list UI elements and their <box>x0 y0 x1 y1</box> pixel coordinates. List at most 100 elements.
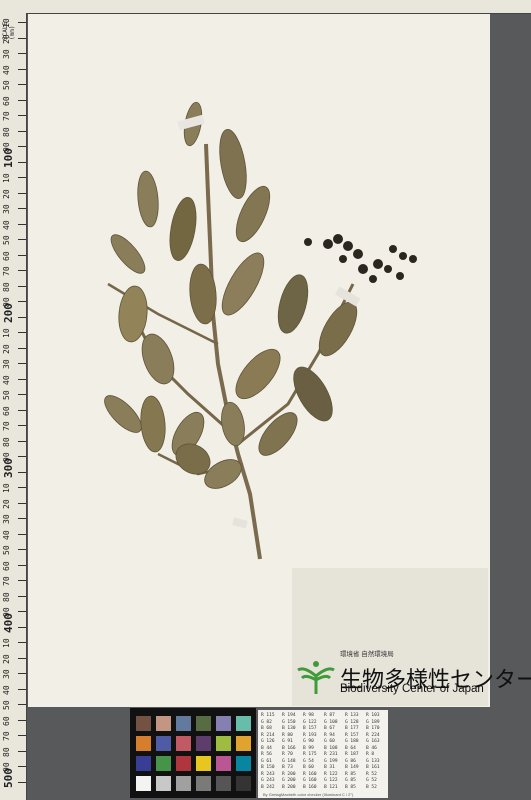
color-table-cell: B 161 <box>366 765 380 770</box>
ruler-tick <box>18 394 26 395</box>
color-table-cell: R 214 <box>261 732 275 738</box>
color-table-cell: B 108 <box>324 745 338 751</box>
color-table-cell: R 80 <box>282 732 293 738</box>
color-table-cell: B 44 <box>261 745 272 751</box>
color-table-cell: R 194 <box>282 713 296 718</box>
color-table-cell: B 52 <box>366 784 377 790</box>
ruler-tick <box>18 208 26 209</box>
checker-patch <box>216 736 231 751</box>
checker-patch <box>176 716 191 731</box>
color-table-cell: R 193 <box>303 732 317 738</box>
ruler-number: 10 <box>2 638 11 648</box>
ruler-number: 80 <box>2 746 11 757</box>
color-table-cell: R 115 <box>261 713 275 718</box>
ruler-tick <box>18 146 26 147</box>
vertical-scale-ruler: 10 20 30 40 50 60 70 80 90 100 10 20 30 40 50 60 70 80 90 2… <box>0 0 27 800</box>
checker-patch <box>216 716 231 731</box>
ruler-tick <box>18 99 26 101</box>
ruler-number: 50 <box>2 235 11 245</box>
ruler-number: 60 <box>2 250 11 261</box>
ruler-tick <box>18 192 26 194</box>
color-table-cell: B 68 <box>261 726 272 731</box>
color-table-cell: B 121 <box>324 784 338 790</box>
biodiversity-logo-icon <box>297 661 335 694</box>
checker-patch <box>136 716 151 731</box>
ruler-tick <box>18 533 26 535</box>
ruler-tick <box>18 425 26 426</box>
ruler-number: 70 <box>2 576 11 586</box>
ruler-tick <box>18 673 26 674</box>
ruler-tick <box>18 735 26 736</box>
ruler-number: 50 <box>2 80 11 90</box>
checker-patch <box>156 756 171 771</box>
ruler-number: 50 <box>2 545 11 555</box>
ruler-tick <box>18 611 26 612</box>
ruler-tick <box>18 642 26 643</box>
ruler-tick <box>18 595 26 597</box>
ruler-number: 30 <box>2 359 11 369</box>
ruler-tick <box>18 223 26 225</box>
color-table-cell: B 200 <box>282 784 296 790</box>
color-table-cell: B 177 <box>345 726 359 731</box>
color-table-cell: G 243 <box>261 778 275 783</box>
color-table-cell: B 31 <box>324 765 335 770</box>
color-table-cell: R 231 <box>324 752 338 757</box>
color-table-cell: R 98 <box>303 713 314 718</box>
ruler-tick <box>18 285 26 287</box>
color-table-cell: B 150 <box>261 765 275 770</box>
ruler-number: 80 <box>2 126 11 137</box>
ruler-number: 10 <box>2 483 11 493</box>
scale-label: SCALE (mm) <box>2 21 16 40</box>
ruler-tick <box>18 781 26 783</box>
color-table-cell: R 175 <box>303 752 317 757</box>
ruler-tick <box>18 378 26 380</box>
ruler-number: 20 <box>2 653 11 664</box>
ruler-tick <box>18 518 26 519</box>
ruler-number: 40 <box>2 529 11 540</box>
ruler-number: 200 <box>2 302 15 323</box>
ruler-tick <box>18 688 26 690</box>
color-table-cell: G 91 <box>282 739 293 744</box>
color-table-cell: G 108 <box>324 719 338 725</box>
horizontal-scale-ruler <box>26 0 531 14</box>
color-table-cell: R 85 <box>345 771 356 777</box>
color-table-cell: G 54 <box>303 758 314 764</box>
ruler-tick <box>18 471 26 473</box>
color-table-cell: R 8 <box>366 752 375 757</box>
color-table-cell: B 149 <box>345 765 359 770</box>
color-table-cell: B 85 <box>345 784 356 790</box>
color-table-cell: R 87 <box>324 713 335 718</box>
color-table-cell: G 61 <box>261 758 272 764</box>
checker-patch <box>216 756 231 771</box>
ruler-tick <box>18 177 26 178</box>
color-table-cell: R 52 <box>366 771 377 777</box>
checker-patch <box>236 736 251 751</box>
ruler-tick <box>18 487 26 488</box>
color-table-cell: B 64 <box>345 745 356 751</box>
color-table-cell: G 133 <box>366 758 380 764</box>
color-table-cell: R 243 <box>261 771 275 777</box>
ruler-tick <box>18 332 26 333</box>
ministry-name: 環境省 自然環境局 <box>340 651 394 658</box>
ruler-number: 10 <box>2 173 11 183</box>
color-table-cell: G 200 <box>282 778 296 783</box>
ruler-tick <box>18 84 26 85</box>
color-table-cell: R 187 <box>345 752 359 757</box>
color-table-cell: G 150 <box>282 719 296 725</box>
color-table-cell: G 163 <box>366 739 380 744</box>
ruler-number: 40 <box>2 684 11 695</box>
checker-patch <box>156 776 171 791</box>
color-table-cell: B 99 <box>303 745 314 751</box>
ruler-number: 50 <box>2 390 11 400</box>
color-table-cell: R 200 <box>282 771 296 777</box>
color-table-cell: R 224 <box>366 732 380 738</box>
color-table-cell: B 166 <box>282 745 296 751</box>
ruler-number: 70 <box>2 731 11 741</box>
ruler-number: 80 <box>2 591 11 602</box>
color-table-cell: G 122 <box>303 719 317 725</box>
color-table-cell: B 170 <box>366 726 380 731</box>
ruler-number: 30 <box>2 49 11 59</box>
checker-patch <box>136 756 151 771</box>
ruler-number: 80 <box>2 436 11 447</box>
ruler-number: 40 <box>2 374 11 385</box>
